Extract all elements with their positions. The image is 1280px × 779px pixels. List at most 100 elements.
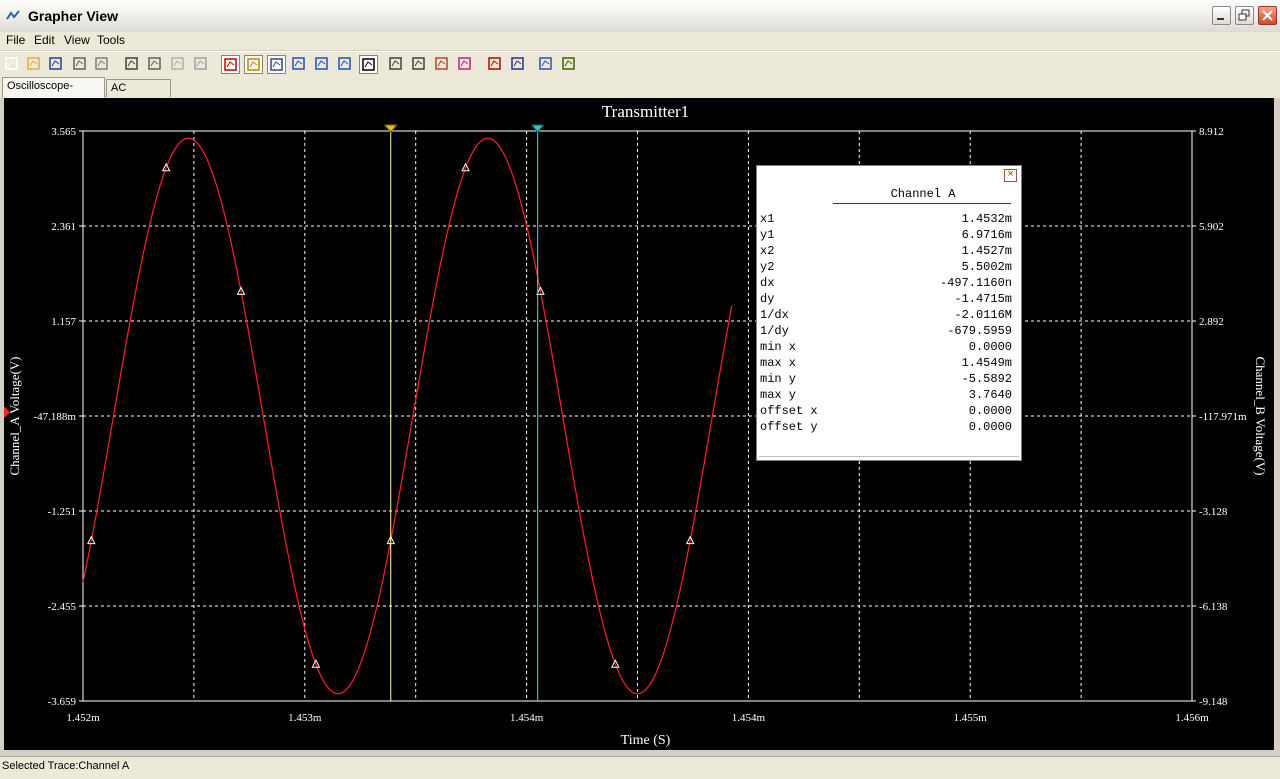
overlay-icon	[458, 57, 471, 70]
readout-value: 1.4549m	[961, 356, 1012, 370]
overlay-button[interactable]	[456, 55, 475, 74]
y-tick-label: 3.565	[51, 126, 76, 138]
print-preview-button[interactable]	[93, 55, 112, 74]
page-properties-icon	[562, 57, 575, 70]
trace-color-line	[833, 203, 1011, 204]
readout-row-1-dy: 1/dy -679.5959	[760, 323, 1012, 339]
minimize-icon	[1217, 18, 1224, 20]
window-title: Grapher View	[28, 8, 119, 24]
readout-row-max-y: max y 3.7640	[760, 387, 1012, 403]
zoom-in-icon	[292, 57, 305, 70]
reverse-colors-button[interactable]	[359, 55, 378, 74]
zoom-out-button[interactable]	[313, 55, 332, 74]
y-axis-label: Channel_A Voltage(V)	[7, 356, 22, 475]
readout-row-dx: dx -497.1160n	[760, 275, 1012, 291]
save-button[interactable]	[47, 55, 66, 74]
readout-row-x1: x1 1.4532m	[760, 211, 1012, 227]
copy-graph-button[interactable]	[509, 55, 528, 74]
trace-properties-button[interactable]	[433, 55, 452, 74]
panel-close-button[interactable]: ×	[1004, 169, 1017, 182]
menu-view[interactable]: View	[64, 33, 90, 47]
add-marks-icon	[412, 57, 425, 70]
readout-value: 0.0000	[968, 404, 1012, 418]
select-marks-button[interactable]	[387, 55, 406, 74]
zoom-in-button[interactable]	[290, 55, 309, 74]
readout-value: 5.5002m	[961, 260, 1012, 274]
minimize-button[interactable]	[1212, 6, 1231, 25]
chart-title: Transmitter1	[602, 102, 689, 121]
zoom-fit-button[interactable]	[336, 55, 355, 74]
title-bar: Grapher View	[0, 0, 1280, 33]
y2-tick-label: 5.902	[1199, 221, 1224, 233]
readout-label: x1	[760, 212, 775, 226]
readout-value: 1.4532m	[961, 212, 1012, 226]
y2-tick-label: -117.971m	[1199, 411, 1247, 423]
x-tick-label: 1.454m	[510, 712, 544, 724]
undo-button[interactable]	[192, 55, 211, 74]
paste-button[interactable]	[169, 55, 188, 74]
menu-edit[interactable]: Edit	[34, 33, 55, 47]
y2-tick-label: 2.892	[1199, 316, 1224, 328]
y2-tick-label: -3.128	[1199, 506, 1228, 518]
readout-value: 1.4527m	[961, 244, 1012, 258]
readout-label: 1/dy	[760, 324, 789, 338]
y-tick-label: -47.188m	[34, 411, 77, 423]
toolbar	[0, 51, 1280, 78]
copy-button[interactable]	[146, 55, 165, 74]
tab-ac-analysis[interactable]: AC Analysis	[106, 79, 171, 111]
readout-label: min y	[760, 372, 797, 386]
menu-file[interactable]: File	[6, 33, 25, 47]
menu-tools[interactable]: Tools	[97, 33, 125, 47]
x-tick-label: 1.456m	[1175, 712, 1209, 724]
y2-tick-label: 8.912	[1199, 126, 1224, 138]
readout-value: 0.0000	[968, 420, 1012, 434]
grid-icon	[224, 58, 237, 71]
graph-properties-icon	[539, 57, 552, 70]
readout-row-y2: y2 5.5002m	[760, 259, 1012, 275]
cursors-button[interactable]	[267, 55, 286, 74]
close-icon	[1262, 10, 1273, 21]
add-marks-button[interactable]	[410, 55, 429, 74]
trace-properties-icon	[435, 57, 448, 70]
close-button[interactable]	[1258, 6, 1277, 25]
readout-value: -5.5892	[961, 372, 1012, 386]
export-button[interactable]	[486, 55, 505, 74]
readout-label: dx	[760, 276, 775, 290]
readout-label: dy	[760, 292, 775, 306]
new-button[interactable]	[3, 55, 22, 74]
grid-button[interactable]	[221, 55, 240, 74]
readout-value: 3.7640	[968, 388, 1012, 402]
cut-button[interactable]	[123, 55, 142, 74]
readout-row-y1: y1 6.9716m	[760, 227, 1012, 243]
copy-icon	[148, 57, 161, 70]
restore-button[interactable]	[1235, 6, 1254, 25]
cursors-icon	[270, 58, 283, 71]
readout-row-x2: x2 1.4527m	[760, 243, 1012, 259]
readout-label: 1/dx	[760, 308, 789, 322]
undo-icon	[194, 57, 207, 70]
graph-properties-button[interactable]	[537, 55, 556, 74]
y-tick-label: -2.455	[48, 601, 77, 613]
open-button[interactable]	[25, 55, 44, 74]
y-tick-label: 2.361	[51, 221, 76, 233]
print-button[interactable]	[71, 55, 90, 74]
graph-area[interactable]: 3.565 2.361 1.157 -47.188m -1.251 -2.455 -3.65…	[4, 98, 1274, 750]
readout-row-max-x: max x 1.4549m	[760, 355, 1012, 371]
tab-oscilloscope[interactable]: Oscilloscope-XSC1	[2, 77, 105, 109]
readout-row-1-dx: 1/dx -2.0116M	[760, 307, 1012, 323]
grapher-app-icon	[6, 10, 20, 20]
zoom-out-icon	[315, 57, 328, 70]
readout-label: y1	[760, 228, 775, 242]
copy-graph-icon	[511, 57, 524, 70]
y-tick-label: -3.659	[48, 696, 77, 708]
status-bar: Selected Trace:Channel A	[0, 756, 1280, 779]
y2-tick-label: -9.148	[1199, 696, 1228, 708]
panel-title: Channel A	[890, 187, 956, 201]
cursor-readout-panel[interactable]: × Channel A x1 1.4532m y1 6.9716m x2 1.4527m y…	[756, 165, 1022, 461]
legend-button[interactable]	[244, 55, 263, 74]
x-axis-label: Time (S)	[621, 733, 671, 748]
oscilloscope-chart[interactable]: 3.565 2.361 1.157 -47.188m -1.251 -2.455 -3.65…	[4, 98, 1274, 750]
readout-value: -497.1160n	[939, 276, 1012, 290]
page-properties-button[interactable]	[560, 55, 579, 74]
cut-icon	[125, 57, 138, 70]
